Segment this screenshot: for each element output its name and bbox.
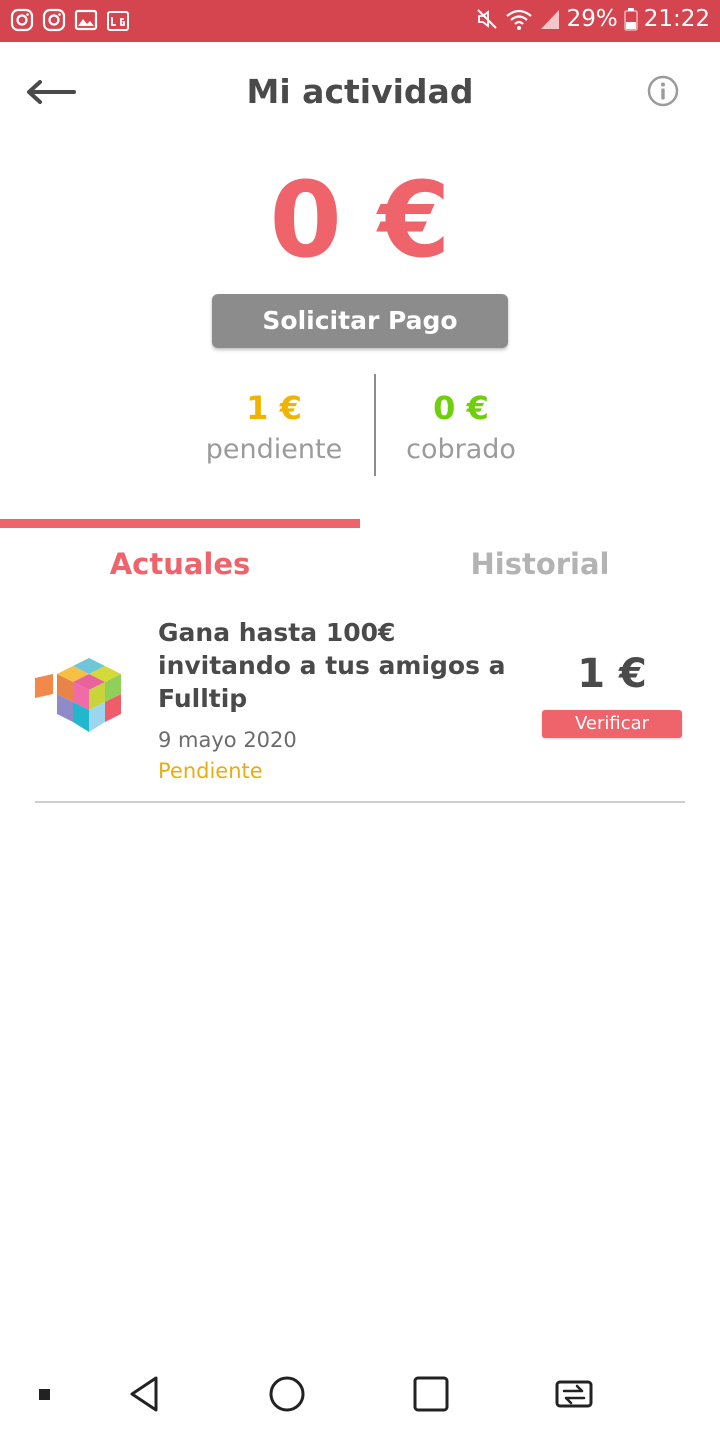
paid-stat: 0 € cobrado: [361, 388, 561, 470]
paid-label: cobrado: [406, 434, 516, 465]
item-amount: 1 €: [577, 651, 647, 697]
battery-percent: 29%: [566, 6, 618, 32]
request-payment-button[interactable]: Solicitar Pago: [212, 294, 508, 348]
gallery-icon: [74, 9, 98, 31]
active-tab-indicator: [0, 519, 360, 528]
pending-label: pendiente: [205, 434, 343, 465]
item-date: 9 mayo 2020: [158, 728, 297, 752]
balance-amount: 0 €: [269, 159, 451, 281]
paid-amount: 0 €: [433, 389, 489, 427]
instagram-icon: [42, 8, 66, 32]
signal-icon: [540, 10, 559, 29]
tab-actuales[interactable]: Actuales: [0, 544, 360, 584]
wifi-icon: [505, 9, 532, 30]
fulltip-cube-logo: [35, 658, 121, 732]
lg-icon: [107, 11, 129, 31]
item-title: Gana hasta 100€ invitando a tus amigos a…: [158, 618, 506, 713]
system-status: 29% 21:22: [475, 6, 710, 32]
app-header: Mi actividad: [0, 42, 720, 142]
status-bar: 29% 21:22: [0, 0, 720, 42]
back-triangle-icon[interactable]: [124, 1374, 164, 1414]
verify-button[interactable]: Verificar: [542, 710, 682, 738]
pending-stat: 1 € pendiente: [174, 388, 374, 470]
menu-dot-icon[interactable]: [24, 1374, 64, 1414]
notification-icons: [10, 8, 130, 32]
switch-window-icon[interactable]: [554, 1374, 594, 1414]
tab-historial[interactable]: Historial: [360, 544, 720, 584]
instagram-icon: [10, 8, 34, 32]
recents-square-icon[interactable]: [411, 1374, 451, 1414]
list-item[interactable]: Gana hasta 100€ invitando a tus amigos a…: [35, 610, 685, 803]
home-circle-icon[interactable]: [267, 1374, 307, 1414]
system-nav-bar: [0, 1352, 720, 1440]
item-status: Pendiente: [158, 759, 263, 783]
info-icon[interactable]: [646, 74, 680, 108]
battery-icon: [623, 8, 638, 31]
mute-icon: [476, 9, 497, 29]
page-title: Mi actividad: [246, 72, 474, 111]
pending-amount: 1 €: [246, 389, 302, 427]
clock: 21:22: [643, 6, 710, 32]
